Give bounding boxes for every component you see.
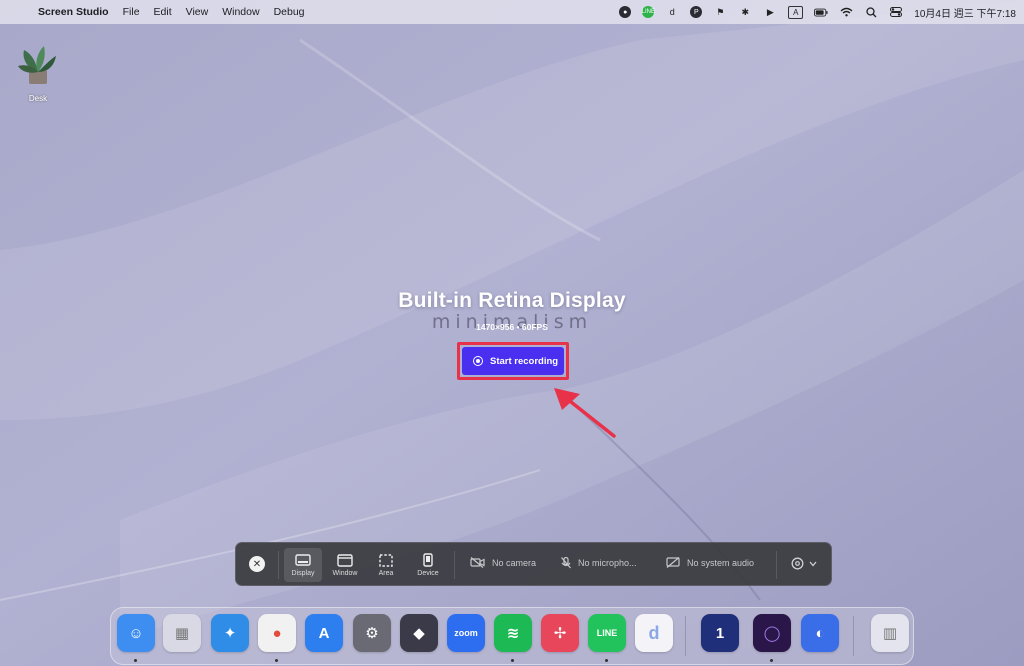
menu-view[interactable]: View — [186, 6, 209, 18]
menu-debug[interactable]: Debug — [274, 6, 305, 18]
menu-file[interactable]: File — [123, 6, 140, 18]
screen-studio-icon[interactable]: ● — [619, 6, 632, 18]
microphone-selector[interactable]: No micropho... — [561, 557, 637, 569]
input-a-icon[interactable]: A — [788, 5, 804, 19]
menu-app-name[interactable]: Screen Studio — [38, 6, 109, 18]
display-title: Built-in Retina Display — [398, 289, 626, 312]
dock-running-indicator — [275, 659, 278, 662]
app-store-icon: A — [318, 624, 330, 642]
dock-app-pinwheel[interactable]: ✢ — [541, 614, 579, 652]
safari-icon: ✦ — [223, 625, 237, 642]
mode-window-label: Window — [332, 569, 358, 577]
dock-app-chrome[interactable]: ● — [258, 614, 296, 652]
line-app-icon: LINE — [596, 628, 618, 638]
display-resolution: 1470×956 • 60FPS — [476, 322, 548, 332]
mode-area-label: Area — [378, 569, 394, 577]
play-icon[interactable]: ▶ — [763, 5, 777, 19]
zoom-icon: zoom — [454, 628, 478, 638]
record-icon — [473, 356, 483, 366]
settings-gear-icon — [791, 557, 804, 570]
camera-selector[interactable]: No camera — [470, 557, 536, 568]
start-recording-label: Start recording — [490, 355, 559, 367]
dock-app-safari[interactable]: ✦ — [211, 614, 249, 652]
dock-app-finder[interactable]: ☺ — [117, 614, 155, 652]
system-audio-selector[interactable]: No system audio — [666, 557, 754, 568]
mode-display-button[interactable]: Display — [284, 548, 322, 582]
menu-edit[interactable]: Edit — [154, 6, 172, 18]
camera-label: No camera — [492, 557, 537, 568]
flag-icon[interactable]: ⚑ — [713, 5, 727, 19]
d-icon[interactable]: d — [665, 5, 679, 19]
dock-divider — [685, 616, 686, 656]
trash-icon: ▥ — [882, 625, 898, 642]
status-area: ● LINE d P ⚑ ✱ ▶ A 10月4日 週三 下午7:18 — [619, 0, 1016, 24]
dock-app-launchpad[interactable]: ▦ — [163, 614, 201, 652]
mode-window-button[interactable]: Window — [326, 548, 364, 582]
microphone-off-icon — [561, 557, 571, 569]
start-recording-button[interactable]: Start recording — [462, 347, 564, 375]
dock-app-zoom[interactable]: zoom — [447, 614, 485, 652]
plant-icon — [18, 46, 56, 84]
line-icon[interactable]: LINE — [642, 6, 655, 18]
settings-icon: ⚙ — [365, 625, 379, 642]
dock-running-indicator — [511, 659, 514, 662]
mode-area-button[interactable]: Area — [367, 548, 405, 582]
dock-app-onepassword[interactable]: 1 — [701, 614, 739, 652]
toolbar-divider — [776, 551, 777, 579]
device-icon — [423, 553, 433, 567]
dock-running-indicator — [770, 659, 773, 662]
dock-app-spotify[interactable]: ≋ — [494, 614, 532, 652]
desktop-folder[interactable]: Desk — [14, 44, 62, 103]
mode-display-label: Display — [291, 569, 315, 577]
display-icon — [295, 553, 311, 566]
dock-app-dictionary[interactable]: d — [635, 614, 673, 652]
dock: ☺ ▦ ✦ ● A ⚙ ◆ zoom ≋ ✢ LINE d 1 ◯ ◐ ▥ — [110, 607, 914, 665]
dock-app-orb[interactable]: ◯ — [753, 614, 791, 652]
finder-icon: ☺ — [128, 624, 144, 642]
dock-running-indicator — [134, 659, 137, 662]
window-icon — [337, 553, 353, 567]
dictionary-icon: d — [648, 622, 660, 643]
area-icon — [379, 553, 393, 567]
system-audio-label: No system audio — [687, 557, 755, 568]
onepassword-icon: 1 — [715, 624, 725, 642]
dock-app-trash[interactable]: ▥ — [871, 614, 909, 652]
dock-app-app-store[interactable]: A — [305, 614, 343, 652]
battery-icon[interactable] — [814, 5, 828, 19]
settings-menu-button[interactable] — [791, 557, 817, 570]
p-icon[interactable]: P — [690, 6, 703, 18]
tiles-icon: ◆ — [413, 625, 425, 642]
control-center-icon[interactable] — [889, 5, 903, 19]
microphone-label: No micropho... — [578, 558, 637, 568]
bluetooth-icon[interactable]: ✱ — [738, 5, 752, 19]
toolbar-divider — [454, 551, 455, 579]
close-toolbar-button[interactable]: ✕ — [249, 556, 265, 572]
spotify-icon: ≋ — [506, 625, 520, 642]
dock-divider — [853, 616, 854, 656]
chevron-down-icon — [809, 561, 817, 566]
system-audio-off-icon — [666, 557, 680, 568]
dock-app-settings[interactable]: ⚙ — [353, 614, 391, 652]
orb-icon: ◯ — [763, 625, 781, 642]
dock-running-indicator — [605, 659, 608, 662]
pinwheel-icon: ✢ — [553, 625, 567, 642]
camera-off-icon — [470, 557, 485, 568]
mode-device-label: Device — [417, 570, 439, 577]
launchpad-icon: ▦ — [174, 625, 190, 642]
search-icon[interactable] — [864, 5, 878, 19]
dock-app-line-app[interactable]: LINE — [588, 614, 626, 652]
dock-app-tiles[interactable]: ◆ — [400, 614, 438, 652]
menu-clock[interactable]: 10月4日 週三 下午7:18 — [914, 5, 1016, 20]
menu-bar: Screen Studio File Edit View Window Debu… — [0, 0, 1024, 24]
desktop-folder-label: Desk — [28, 94, 48, 103]
annotation-arrow-icon — [554, 388, 616, 438]
menu-window[interactable]: Window — [222, 6, 259, 18]
dock-app-cleanmymac[interactable]: ◐ — [801, 614, 839, 652]
chrome-icon: ● — [272, 624, 282, 642]
recording-toolbar: ✕ Display Window Area Device No camera N… — [235, 542, 832, 586]
mode-device-button[interactable]: Device — [409, 548, 447, 582]
cleanmymac-icon: ◐ — [815, 624, 825, 642]
toolbar-divider — [278, 551, 279, 579]
wifi-icon[interactable] — [839, 5, 853, 19]
